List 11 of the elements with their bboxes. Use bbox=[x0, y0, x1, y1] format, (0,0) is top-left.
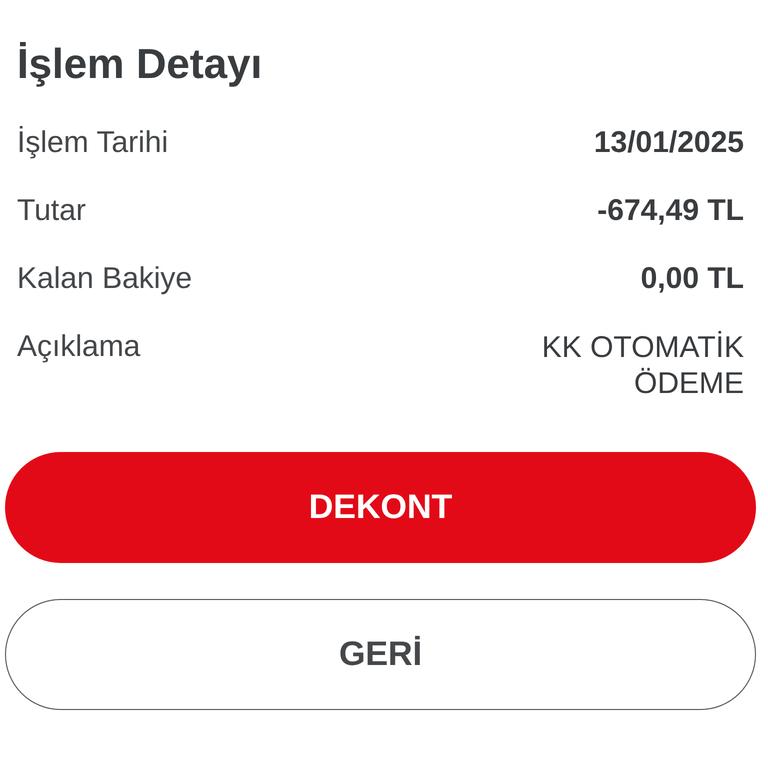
back-button[interactable]: GERİ bbox=[5, 599, 756, 710]
receipt-button[interactable]: DEKONT bbox=[5, 452, 756, 563]
detail-value: KK OTOMATİK ÖDEME bbox=[540, 330, 744, 402]
detail-value: -674,49 TL bbox=[597, 194, 744, 228]
detail-value: 0,00 TL bbox=[640, 262, 744, 296]
detail-label: Tutar bbox=[17, 194, 86, 228]
detail-value: 13/01/2025 bbox=[594, 126, 744, 160]
detail-label: Kalan Bakiye bbox=[17, 262, 192, 296]
page-title: İşlem Detayı bbox=[17, 40, 264, 88]
detail-label: İşlem Tarihi bbox=[17, 126, 168, 160]
detail-label: Açıklama bbox=[17, 330, 140, 364]
